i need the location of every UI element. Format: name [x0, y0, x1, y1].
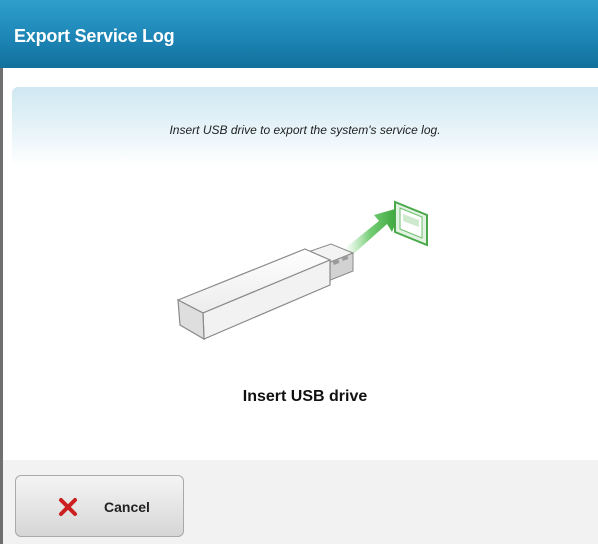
- footer-bar: Cancel: [3, 460, 598, 544]
- window-title: Export Service Log: [14, 26, 175, 46]
- insert-usb-status: Insert USB drive: [242, 388, 368, 405]
- usb-port-icon: [394, 200, 428, 247]
- green-arrow-icon: [344, 207, 402, 257]
- content-panel: Insert USB drive to export the system's …: [12, 87, 598, 460]
- close-x-icon: [59, 498, 77, 516]
- usb-drive-body: [176, 248, 332, 341]
- title-bar: Export Service Log: [0, 0, 598, 68]
- cancel-button[interactable]: Cancel: [15, 475, 184, 537]
- cancel-button-label: Cancel: [104, 499, 150, 515]
